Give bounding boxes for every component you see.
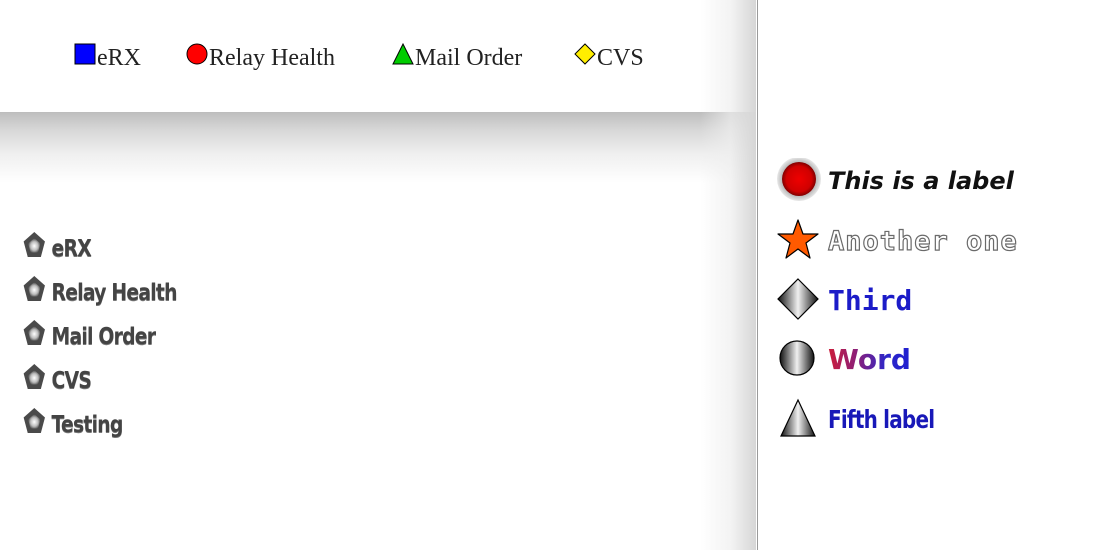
label-item-4: Word bbox=[776, 336, 911, 382]
diamond-icon bbox=[574, 43, 596, 65]
legend-item-cvs: CVS bbox=[22, 364, 92, 398]
label-panel bbox=[757, 0, 1106, 550]
legend-item-erx: eRX bbox=[74, 40, 141, 76]
diamond-icon bbox=[777, 278, 819, 320]
legend-label: eRX bbox=[51, 236, 92, 262]
legend-item-relay-health: Relay Health bbox=[186, 40, 335, 76]
legend-label: Mail Order bbox=[415, 44, 523, 71]
star-icon bbox=[777, 219, 819, 259]
legend-label: Relay Health bbox=[209, 44, 335, 71]
legend-label: Testing bbox=[51, 412, 124, 438]
legend-label: Relay Health bbox=[51, 280, 178, 306]
pentagon-icon bbox=[23, 364, 45, 389]
half-circle-icon bbox=[779, 340, 815, 376]
triangle-icon bbox=[780, 398, 816, 437]
legend-label: eRX bbox=[97, 44, 141, 71]
label-text: Another one bbox=[827, 225, 1018, 257]
panel-shadow bbox=[0, 113, 756, 183]
legend-item-erx: eRX bbox=[22, 232, 92, 266]
square-icon bbox=[74, 43, 96, 65]
legend-item-testing: Testing bbox=[22, 408, 123, 442]
legend-label: Mail Order bbox=[51, 324, 157, 350]
circle-icon bbox=[186, 43, 208, 65]
legend-item-mail-order: Mail Order bbox=[22, 320, 157, 354]
label-item-5: Fifth label bbox=[776, 396, 961, 442]
label-item-2: Another one bbox=[776, 218, 1018, 264]
red-circle-icon bbox=[777, 158, 821, 201]
legend-item-mail-order: Mail Order bbox=[392, 40, 522, 76]
pentagon-icon bbox=[23, 320, 45, 345]
pentagon-icon bbox=[23, 408, 45, 433]
pentagon-icon bbox=[23, 276, 45, 301]
triangle-icon bbox=[392, 43, 414, 65]
label-item-1: This is a label bbox=[776, 158, 1014, 204]
pentagon-icon bbox=[23, 232, 45, 257]
label-text: This is a label bbox=[828, 167, 1014, 195]
legend-item-relay-health: Relay Health bbox=[22, 276, 178, 310]
label-text: Fifth label bbox=[828, 404, 935, 434]
top-legend-panel: eRX Relay Health Mail Order CVS bbox=[0, 0, 756, 113]
label-item-3: Third bbox=[776, 277, 912, 323]
legend-label: CVS bbox=[597, 44, 644, 71]
label-text: Third bbox=[828, 283, 913, 317]
legend-canvas: eRX Relay Health Mail Order CVS eRX Rela… bbox=[0, 0, 1106, 550]
legend-item-cvs: CVS bbox=[574, 40, 644, 76]
legend-label: CVS bbox=[51, 368, 92, 394]
label-text: Word bbox=[828, 342, 911, 376]
